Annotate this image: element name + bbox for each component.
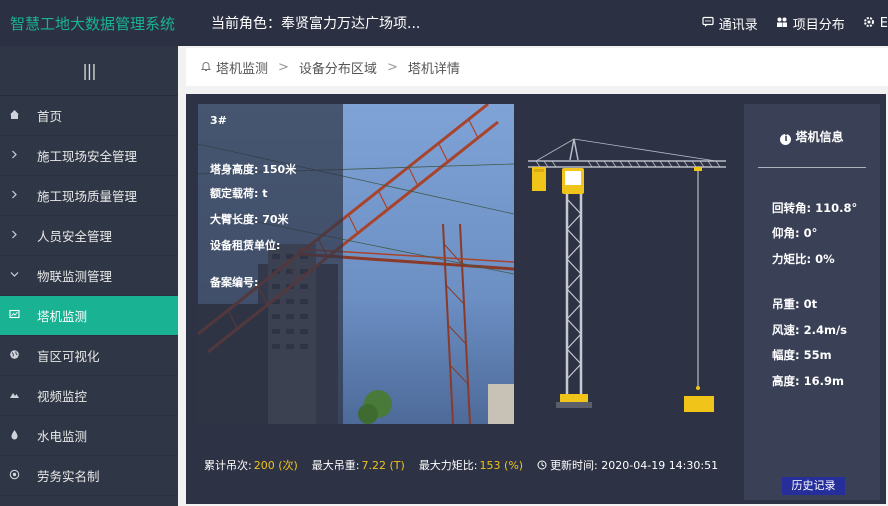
sidebar-item-video[interactable]: 视频监控 (0, 376, 178, 416)
current-role[interactable]: 当前角色：奉贤富力万达广场项... (211, 13, 420, 33)
crane-diagram (526, 124, 736, 424)
sidebar: ||| 首页 施工现场安全管理 施工现场质量管理 人员安全管理 物联监测管理 塔… (0, 46, 178, 506)
monitor-icon (9, 309, 37, 323)
sidebar-item-personnel-safety[interactable]: 人员安全管理 (0, 216, 178, 256)
breadcrumb-crane-detail: 塔机详情 (407, 61, 460, 77)
globe-icon (9, 349, 37, 363)
max-load-label: 最大吊重: (311, 459, 360, 472)
breadcrumb-separator: > (278, 59, 289, 75)
breadcrumb-distribution-area[interactable]: 设备分布区域 (299, 58, 377, 77)
max-moment: 最大力矩比: 153 (%) (419, 457, 523, 473)
nav-projects[interactable]: 项目分布 (776, 14, 845, 33)
nav-contacts[interactable]: 通讯录 (702, 14, 758, 33)
crane-arm-length: 大臂长度: 70米 (210, 213, 289, 226)
sidebar-item-label: 劳务实名制 (37, 469, 100, 484)
settings-icon (863, 16, 875, 31)
sidebar-item-label: 人员安全管理 (37, 229, 113, 244)
history-button[interactable]: 历史记录 (782, 477, 845, 495)
sidebar-item-label: 水电监测 (37, 429, 88, 444)
crane-rated-load: 额定载荷: t (210, 187, 268, 200)
crane-info-panel: i 塔机信息 回转角: 110.8° 仰角: 0° 力矩比: 0% 吊重: 0t … (744, 104, 880, 500)
app-title: 智慧工地大数据管理系统 (10, 14, 176, 33)
moment-ratio: 力矩比: 0% (772, 252, 835, 266)
breadcrumb-separator: > (386, 59, 398, 75)
chevron-right-icon (9, 229, 37, 243)
sidebar-item-site-safety[interactable]: 施工现场安全管理 (0, 136, 178, 176)
bell-icon (200, 60, 212, 75)
breadcrumb: 塔机监测 > 设备分布区域 > 塔机详情 (186, 48, 888, 86)
nav-projects-label: 项目分布 (792, 17, 845, 33)
menu-toggle-button[interactable]: ||| (0, 46, 178, 96)
update-time-label: 更新时间: 2020-04-19 14:30:51 (550, 459, 719, 472)
total-lifts: 累计吊次: 200 (次) (204, 457, 298, 473)
update-time: 更新时间: 2020-04-19 14:30:51 (537, 457, 718, 473)
sidebar-item-label: 塔机监测 (37, 309, 88, 324)
sidebar-item-label: 盲区可视化 (37, 349, 100, 364)
sidebar-item-utilities[interactable]: 水电监测 (0, 416, 178, 456)
top-bar: 智慧工地大数据管理系统 当前角色：奉贤富力万达广场项... 通讯录 项目分布 E (0, 0, 888, 46)
sidebar-item-blind-zone[interactable]: 盲区可视化 (0, 336, 178, 376)
home-icon (9, 109, 37, 123)
crane-info-overlay (198, 104, 343, 424)
sidebar-item-label: 施工现场安全管理 (37, 149, 138, 164)
crane-lessor: 设备租赁单位: (210, 239, 281, 252)
nav-settings-label: E (879, 15, 888, 31)
crane-height: 塔身高度: 150米 (210, 163, 297, 176)
crane-record-number: 备案编号: (210, 276, 259, 289)
crane-info-title-text: 塔机信息 (795, 130, 844, 144)
crane-info-title: i 塔机信息 (744, 128, 880, 145)
video-icon (9, 389, 37, 403)
sidebar-item-labor-realname[interactable]: 劳务实名制 (0, 456, 178, 496)
breadcrumb-crane-monitoring[interactable]: 塔机监测 (216, 58, 268, 77)
chevron-right-icon (9, 189, 37, 203)
max-moment-value: 153 (%) (479, 459, 524, 472)
sidebar-item-home[interactable]: 首页 (0, 96, 178, 136)
crane-detail-panel: 3# 塔身高度: 150米 额定载荷: t 大臂长度: 70米 设备租赁单位: … (186, 94, 886, 504)
max-moment-label: 最大力矩比: (418, 459, 478, 472)
project-icon (776, 16, 788, 31)
rotation-angle: 回转角: 110.8° (772, 201, 858, 215)
sidebar-item-label: 首页 (37, 109, 63, 124)
chevron-down-icon (9, 269, 37, 283)
max-load: 最大吊重: 7.22 (T) (312, 457, 405, 473)
id-icon (9, 469, 37, 483)
pitch-angle: 仰角: 0° (772, 226, 818, 240)
hook-height: 高度: 16.9m (772, 374, 844, 388)
sidebar-item-label: 施工现场质量管理 (37, 189, 138, 204)
drop-icon (9, 429, 37, 443)
crane-number: 3# (210, 114, 227, 127)
wind-speed: 风速: 2.4m/s (772, 323, 848, 337)
total-lifts-label: 累计吊次: (204, 459, 252, 472)
amplitude: 幅度: 55m (772, 348, 832, 362)
nav-settings[interactable]: E (863, 16, 888, 31)
sidebar-item-site-quality[interactable]: 施工现场质量管理 (0, 176, 178, 216)
crane-stats: 累计吊次: 200 (次) 最大吊重: 7.22 (T) 最大力矩比: 153 (%)… (204, 457, 732, 473)
nav-contacts-label: 通讯录 (718, 17, 758, 33)
sidebar-item-iot-monitoring[interactable]: 物联监测管理 (0, 256, 178, 296)
sidebar-item-label: 物联监测管理 (37, 269, 113, 284)
sidebar-item-crane-monitoring[interactable]: 塔机监测 (0, 296, 178, 336)
chevron-right-icon (9, 149, 37, 163)
chat-icon (702, 16, 714, 31)
lift-load: 吊重: 0t (772, 297, 818, 311)
total-lifts-value: 200 (次) (253, 459, 298, 472)
top-nav: 通讯录 项目分布 E (702, 0, 888, 46)
divider (758, 167, 866, 168)
max-load-value: 7.22 (T) (361, 459, 405, 472)
sidebar-item-label: 视频监控 (37, 389, 88, 404)
info-icon: i (780, 134, 792, 145)
clock-icon (537, 459, 550, 472)
